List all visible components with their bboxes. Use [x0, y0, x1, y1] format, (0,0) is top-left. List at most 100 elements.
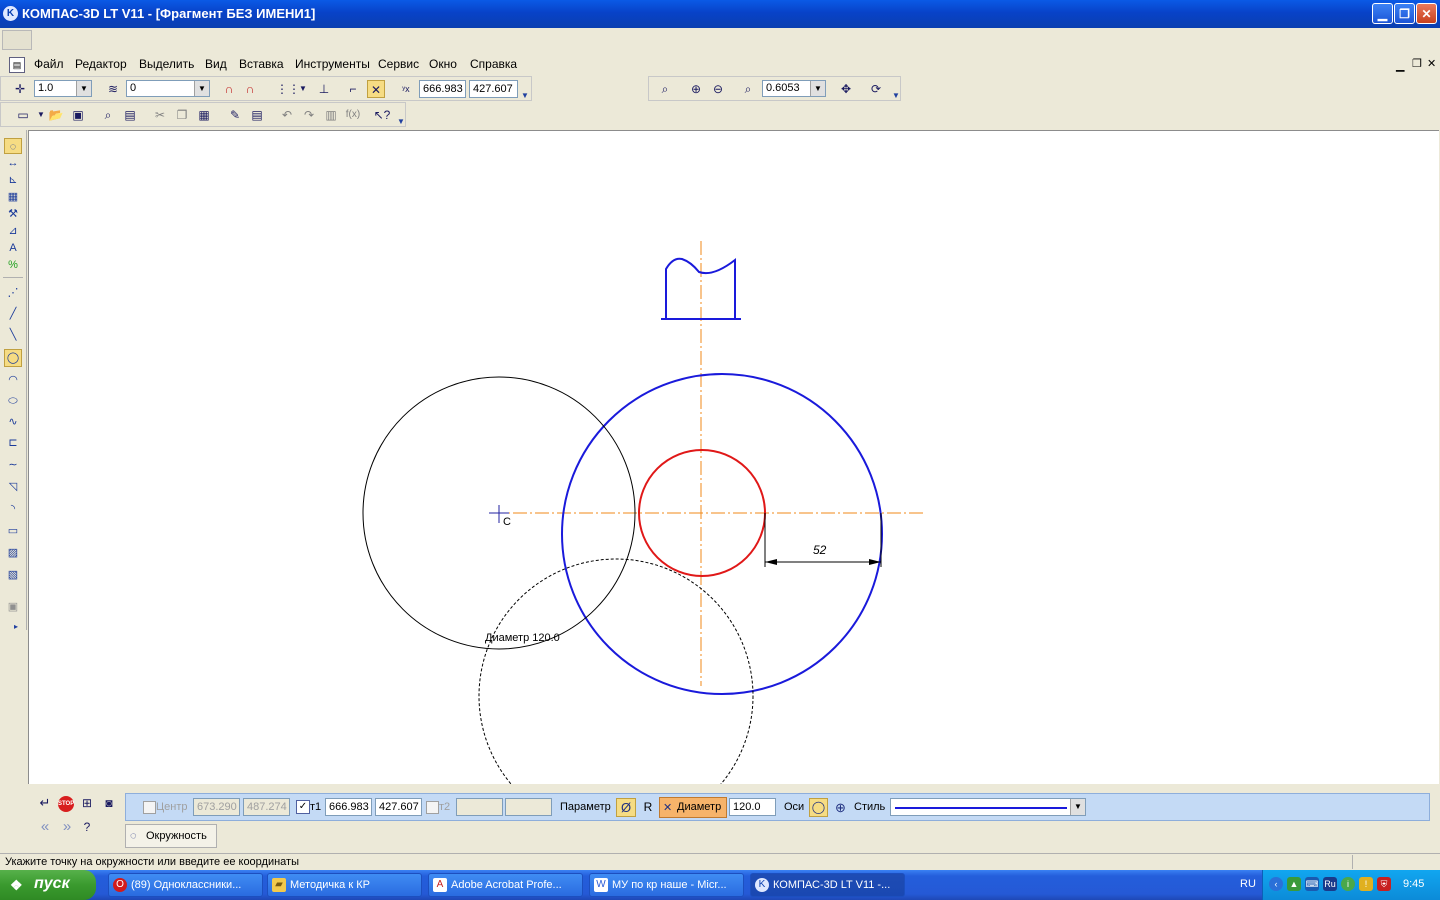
- tray-ru-icon[interactable]: Ru: [1323, 877, 1337, 891]
- segment-icon[interactable]: ╲: [4, 327, 22, 343]
- undo-icon[interactable]: ↶: [278, 106, 296, 124]
- menu-window[interactable]: Окно: [429, 57, 457, 71]
- drawing-canvas[interactable]: 52 C Диаметр 120.0: [28, 130, 1439, 784]
- center-x-field[interactable]: 673.290: [193, 798, 240, 816]
- tray-shield-icon[interactable]: ⛨: [1377, 877, 1391, 891]
- remember-state-icon[interactable]: ◙: [100, 794, 118, 812]
- doc-restore-icon[interactable]: ❐: [1412, 57, 1422, 70]
- t2-y-field[interactable]: [505, 798, 552, 816]
- layer-combo[interactable]: 0 ▼: [126, 80, 210, 97]
- menu-service[interactable]: Сервис: [378, 57, 419, 71]
- open-folder-icon[interactable]: 📂: [47, 106, 65, 124]
- chevron-down-icon[interactable]: ▼: [194, 81, 209, 96]
- toolbar-options-icon[interactable]: ▼: [892, 91, 900, 100]
- help-pointer-icon[interactable]: ↖?: [373, 106, 391, 124]
- help-icon[interactable]: ?: [78, 818, 96, 836]
- grid-icon[interactable]: ⋮⋮: [276, 80, 300, 98]
- drawing-svg[interactable]: 52 C Диаметр 120.0: [29, 131, 1439, 784]
- manager-icon[interactable]: ▤: [121, 106, 139, 124]
- menu-insert[interactable]: Вставка: [239, 57, 284, 71]
- step-combo[interactable]: 1.0 ▼: [34, 80, 92, 97]
- redo-icon[interactable]: ↷: [300, 106, 318, 124]
- document-icon[interactable]: ▤: [9, 57, 25, 73]
- clock[interactable]: 9:45: [1403, 878, 1424, 890]
- minimize-button[interactable]: ▁: [1372, 3, 1393, 24]
- hatch-icon[interactable]: ▨: [4, 545, 22, 561]
- restore-button[interactable]: ❐: [1394, 3, 1415, 24]
- t1-checkbox[interactable]: ✓: [296, 800, 310, 814]
- t2-x-field[interactable]: [456, 798, 503, 816]
- menu-select[interactable]: Выделить: [139, 57, 194, 71]
- toolbar-options-icon[interactable]: ▼: [397, 117, 405, 126]
- chevron-down-icon[interactable]: ▼: [1070, 799, 1085, 815]
- language-indicator[interactable]: RU: [1240, 878, 1256, 890]
- tray-alert-icon[interactable]: !: [1359, 877, 1373, 891]
- center-checkbox[interactable]: [143, 801, 156, 814]
- menu-help[interactable]: Справка: [470, 57, 517, 71]
- chevron-down-icon[interactable]: ▼: [76, 81, 91, 96]
- taskbar-item-opera[interactable]: O (89) Одноклассники...: [108, 873, 263, 897]
- taskbar-item-word[interactable]: W МУ по кр наше - Micr...: [589, 873, 744, 897]
- menu-file[interactable]: Файл: [34, 57, 64, 71]
- zoom-in-icon[interactable]: ⊕: [687, 80, 705, 98]
- pan-icon[interactable]: ✥: [837, 80, 855, 98]
- next-object-icon[interactable]: »: [58, 818, 76, 836]
- format-brush-icon[interactable]: ✎: [226, 106, 244, 124]
- doc-close-icon[interactable]: ✕: [1427, 57, 1436, 70]
- zoom-window-icon[interactable]: ⌕: [656, 80, 674, 98]
- zoom-out-icon[interactable]: ⊖: [709, 80, 727, 98]
- t2-checkbox[interactable]: [426, 801, 439, 814]
- ellipse-icon[interactable]: ⬭: [4, 393, 22, 409]
- kompas-icon[interactable]: K: [3, 6, 18, 21]
- save-icon[interactable]: ▣: [69, 106, 87, 124]
- spline-icon[interactable]: ∿: [4, 414, 22, 430]
- with-axes-icon[interactable]: ⊕: [831, 798, 850, 817]
- round-icon[interactable]: ✕: [367, 80, 385, 98]
- taskbar-item-acrobat[interactable]: A Adobe Acrobat Profe...: [428, 873, 583, 897]
- stop-icon[interactable]: STOP: [58, 796, 74, 812]
- diameter-button[interactable]: Ø: [616, 798, 636, 817]
- arc-icon[interactable]: ◠: [4, 372, 22, 388]
- outer-circle[interactable]: [561, 373, 883, 695]
- new-document-icon[interactable]: ▭: [14, 106, 32, 124]
- tray-expand-icon[interactable]: ‹: [1269, 877, 1283, 891]
- menu-edit[interactable]: Редактор: [75, 57, 127, 71]
- notation-panel-icon[interactable]: ⊾: [4, 172, 22, 188]
- library-icon[interactable]: ▥: [322, 106, 340, 124]
- no-axes-icon[interactable]: ◯: [809, 798, 828, 817]
- paste-icon[interactable]: ▦: [195, 106, 213, 124]
- menu-tools[interactable]: Инструменты: [295, 57, 370, 71]
- point-icon[interactable]: ⋰: [4, 285, 22, 301]
- fillet-icon[interactable]: ◝: [4, 501, 22, 517]
- start-button[interactable]: ❖ пуск: [0, 870, 96, 900]
- coord-y-field[interactable]: 427.607: [469, 80, 518, 98]
- bezier-icon[interactable]: ∼: [4, 457, 22, 473]
- preview-icon[interactable]: ⌕: [99, 106, 117, 124]
- polyline-icon[interactable]: ⊏: [4, 435, 22, 451]
- local-snap-icon[interactable]: ∩: [241, 80, 259, 98]
- menu-view[interactable]: Вид: [205, 57, 227, 71]
- toolbar-handle[interactable]: [2, 30, 32, 50]
- taskbar-item-folder[interactable]: ▰ Методичка к КР: [267, 873, 422, 897]
- measure-panel-icon[interactable]: ⊿: [4, 223, 22, 239]
- cut-icon[interactable]: ✂: [151, 106, 169, 124]
- contour-icon[interactable]: ▧: [4, 567, 22, 583]
- diameter-lock-icon[interactable]: ✕: [663, 801, 672, 814]
- toolbar-options-icon[interactable]: ▼: [521, 91, 529, 100]
- dimension-text[interactable]: 52: [813, 543, 827, 557]
- layers-icon[interactable]: ≋: [104, 80, 122, 98]
- circle-icon[interactable]: ◯: [4, 349, 22, 367]
- zoom-scale-icon[interactable]: ⌕: [739, 80, 757, 98]
- geometry-panel-icon[interactable]: ◌: [4, 138, 22, 154]
- tray-network-icon[interactable]: ▲: [1287, 877, 1301, 891]
- auxiliary-line-icon[interactable]: ╱: [4, 306, 22, 322]
- chevron-down-icon[interactable]: ▼: [810, 81, 825, 96]
- chamfer-icon[interactable]: ◹: [4, 479, 22, 495]
- t1-x-field[interactable]: 666.983: [325, 798, 372, 816]
- function-icon[interactable]: f(x): [344, 106, 362, 124]
- copy-icon[interactable]: ❐: [173, 106, 191, 124]
- auto-create-icon[interactable]: ⊞: [78, 794, 96, 812]
- editing-panel-icon[interactable]: ▦: [4, 189, 22, 205]
- tray-keyboard-icon[interactable]: ⌨: [1305, 877, 1319, 891]
- diameter-label-box[interactable]: ✕ Диаметр: [659, 797, 727, 818]
